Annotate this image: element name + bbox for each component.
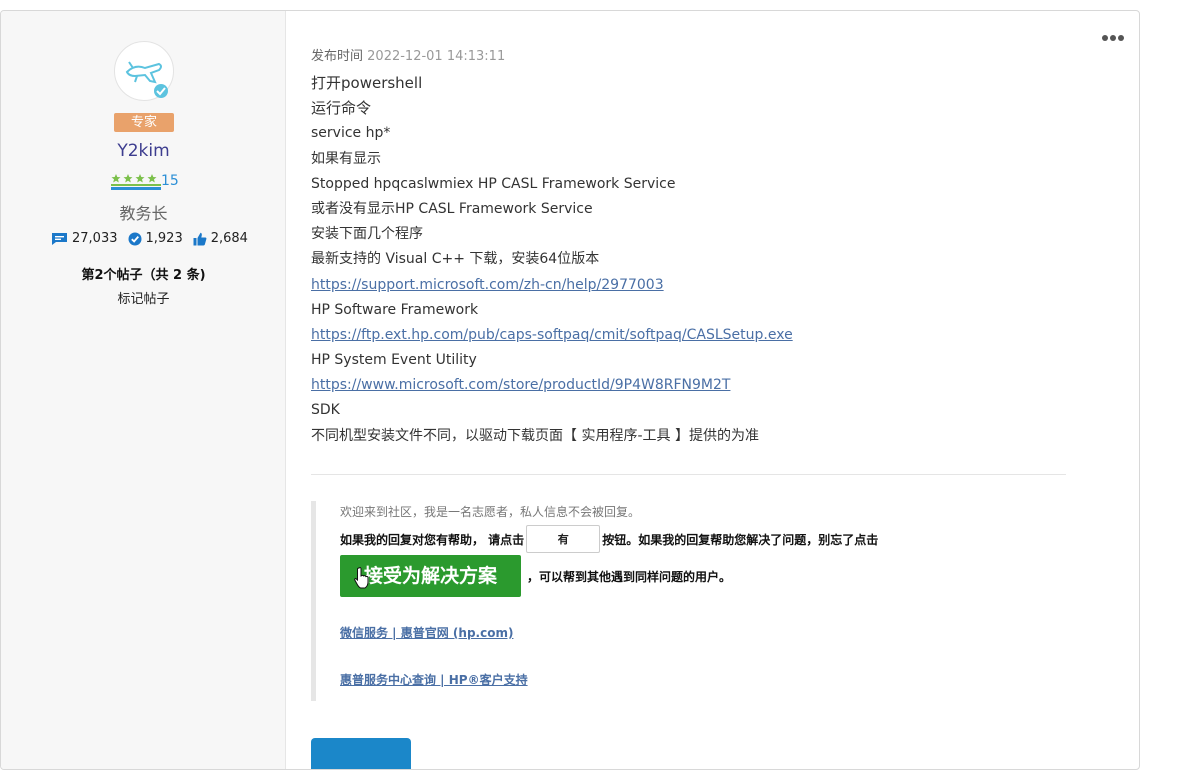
author-avatar[interactable] <box>114 41 174 101</box>
post-timestamp: 2022-12-01 14:13:11 <box>367 49 506 64</box>
reply-button[interactable] <box>311 738 411 769</box>
post-line: https://ftp.ext.hp.com/pub/caps-softpaq/… <box>311 324 793 349</box>
signature-block: 欢迎来到社区，我是一名志愿者，私人信息不会被回复。 如果我的回复对您有帮助， 请… <box>311 501 931 701</box>
message-icon <box>52 232 67 245</box>
accept-as-solution-button[interactable]: 接受为解决方案 <box>340 555 521 597</box>
rank-level: 15 <box>161 173 179 189</box>
post-line: SDK <box>311 402 340 419</box>
post-line: Stopped hpqcaslwmiex HP CASL Framework S… <box>311 175 676 192</box>
accept-tail-text: ，可以帮到其他遇到同样问题的用户。 <box>527 569 732 584</box>
hand-cursor-icon <box>354 567 369 589</box>
expert-badge: 专家 <box>114 113 174 132</box>
post-card: 专家 Y2kim 15 教务长 27,033 1,923 2,684 第2个帖子… <box>0 10 1140 770</box>
post-link[interactable]: https://ftp.ext.hp.com/pub/caps-softpaq/… <box>311 327 793 343</box>
post-line: 或者没有显示HP CASL Framework Service <box>311 200 593 217</box>
post-line: HP System Event Utility <box>311 352 477 369</box>
post-line: 安装下面几个程序 <box>311 226 423 243</box>
author-role: 教务长 <box>119 204 168 223</box>
rank-indicator: 15 <box>111 173 181 191</box>
airplane-avatar-icon <box>125 61 168 98</box>
author-stats: 27,033 1,923 2,684 <box>51 231 248 246</box>
wechat-service-link[interactable]: 微信服务 | 惠普官网 (hp.com) <box>340 624 513 641</box>
post-line: https://support.microsoft.com/zh-cn/help… <box>311 274 793 299</box>
signature-help-line: 如果我的回复对您有帮助， 请点击 有 按钮。如果我的回复帮助您解决了问题，别忘了… <box>340 525 878 553</box>
service-center-link[interactable]: 惠普服务中心查询 | HP®客户支持 <box>340 671 528 688</box>
post-link[interactable]: https://support.microsoft.com/zh-cn/help… <box>311 277 664 293</box>
solutions-stat[interactable]: 1,923 <box>128 231 183 246</box>
solutions-count: 1,923 <box>145 231 183 246</box>
mark-post-link[interactable]: 标记帖子 <box>1 288 286 307</box>
post-line: service hp* <box>311 125 391 142</box>
yes-button[interactable]: 有 <box>526 525 601 553</box>
rank-stars-icon <box>111 174 161 190</box>
kudos-count: 2,684 <box>210 231 248 246</box>
help-suffix: 按钮。如果我的回复帮助您解决了问题，别忘了点击 <box>602 532 879 547</box>
signature-welcome: 欢迎来到社区，我是一名志愿者，私人信息不会被回复。 <box>340 505 641 519</box>
post-line: 运行命令 <box>311 99 372 118</box>
post-time: 发布时间 2022-12-01 14:13:11 <box>311 45 505 64</box>
thumbs-up-icon <box>193 232 207 245</box>
post-line: HP Software Framework <box>311 301 479 318</box>
post-line: 最新支持的 Visual C++ 下载，安装64位版本 <box>311 251 600 268</box>
more-options-icon[interactable] <box>1101 27 1125 48</box>
post-divider <box>311 474 1066 475</box>
solution-check-icon <box>128 232 141 245</box>
post-link[interactable]: https://www.microsoft.com/store/productI… <box>311 377 730 393</box>
post-line: 打开powershell <box>311 74 423 92</box>
messages-count: 27,033 <box>72 231 118 246</box>
accept-row: 接受为解决方案 ，可以帮到其他遇到同样问题的用户。 <box>340 555 731 597</box>
post-line: 如果有显示 <box>311 150 381 167</box>
messages-stat[interactable]: 27,033 <box>51 231 118 246</box>
post-time-label: 发布时间 <box>311 49 364 64</box>
post-line: https://www.microsoft.com/store/productI… <box>311 374 793 399</box>
post-number: 第2个帖子（共 2 条) <box>81 268 206 283</box>
accept-button-label: 接受为解决方案 <box>363 565 497 587</box>
post-line: 不同机型安装文件不同，以驱动下载页面【 实用程序-工具 】提供的为准 <box>311 427 759 444</box>
kudos-stat[interactable]: 2,684 <box>193 231 248 246</box>
post-body: 打开powershell 运行命令 service hp* 如果有显示 Stopped … <box>311 72 793 450</box>
help-prefix: 如果我的回复对您有帮助， 请点击 <box>340 532 525 547</box>
author-sidebar: 专家 Y2kim 15 教务长 27,033 1,923 2,684 第2个帖子… <box>1 11 286 769</box>
author-username[interactable]: Y2kim <box>1 141 286 161</box>
